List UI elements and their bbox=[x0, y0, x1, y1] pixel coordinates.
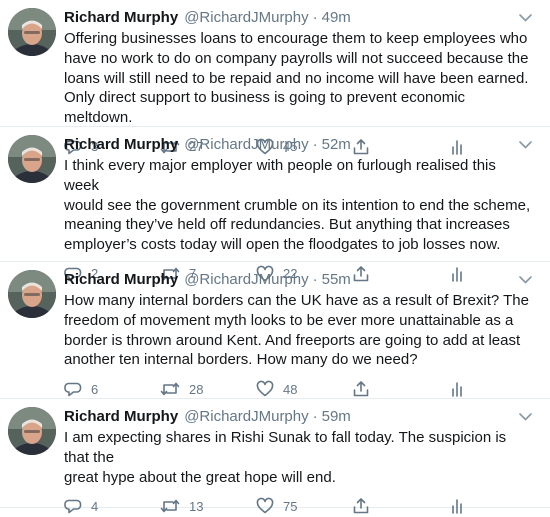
retweet-button[interactable]: 28 bbox=[160, 380, 256, 398]
chevron-down-icon[interactable] bbox=[516, 9, 534, 27]
chevron-down-icon[interactable] bbox=[516, 408, 534, 426]
tweet-text: How many internal borders can the UK hav… bbox=[64, 292, 529, 369]
author-name[interactable]: Richard Murphy bbox=[64, 407, 178, 427]
reply-button[interactable]: 6 bbox=[64, 380, 160, 398]
timestamp[interactable]: 49m bbox=[322, 8, 351, 28]
tweet[interactable]: Richard Murphy @RichardJMurphy · 59m I a… bbox=[0, 399, 550, 515]
like-button[interactable]: 48 bbox=[256, 380, 352, 398]
like-count: 75 bbox=[283, 498, 298, 514]
author-name[interactable]: Richard Murphy bbox=[64, 270, 178, 290]
chevron-down-icon[interactable] bbox=[516, 136, 534, 154]
share-button[interactable] bbox=[352, 380, 448, 398]
timestamp[interactable]: 59m bbox=[322, 407, 351, 427]
timestamp[interactable]: 55m bbox=[322, 270, 351, 290]
retweet-count: 13 bbox=[189, 498, 204, 514]
action-bar: 4 13 75 bbox=[64, 495, 534, 517]
timeline: Richard Murphy @RichardJMurphy · 49m Off… bbox=[0, 0, 550, 515]
share-icon bbox=[352, 497, 370, 515]
author-handle[interactable]: @RichardJMurphy bbox=[184, 270, 308, 290]
retweet-button[interactable]: 13 bbox=[160, 497, 256, 515]
retweet-count: 28 bbox=[189, 381, 204, 397]
separator-dot: · bbox=[312, 271, 318, 288]
avatar[interactable] bbox=[8, 135, 56, 183]
reply-count: 4 bbox=[91, 498, 99, 514]
author-handle[interactable]: @RichardJMurphy bbox=[184, 407, 308, 427]
like-icon bbox=[256, 380, 274, 398]
author-handle[interactable]: @RichardJMurphy bbox=[184, 135, 308, 155]
avatar[interactable] bbox=[8, 407, 56, 455]
retweet-icon bbox=[160, 380, 180, 398]
reply-count: 6 bbox=[91, 381, 99, 397]
analytics-button[interactable] bbox=[448, 497, 466, 515]
reply-button[interactable]: 4 bbox=[64, 497, 160, 515]
reply-icon bbox=[64, 497, 82, 515]
author-handle[interactable]: @RichardJMurphy bbox=[184, 8, 308, 28]
action-bar: 6 28 48 bbox=[64, 378, 534, 400]
tweet[interactable]: Richard Murphy @RichardJMurphy · 49m Off… bbox=[0, 0, 550, 155]
tweet[interactable]: Richard Murphy @RichardJMurphy · 55m How… bbox=[0, 262, 550, 399]
tweet-text: I think every major employer with people… bbox=[64, 157, 531, 254]
tweet-text: Offering businesses loans to encourage t… bbox=[64, 30, 529, 127]
analytics-icon bbox=[448, 380, 466, 398]
chevron-down-icon[interactable] bbox=[516, 271, 534, 289]
author-name[interactable]: Richard Murphy bbox=[64, 8, 178, 28]
tweet[interactable]: Richard Murphy @RichardJMurphy · 52m I t… bbox=[0, 127, 550, 282]
reply-icon bbox=[64, 380, 82, 398]
author-name[interactable]: Richard Murphy bbox=[64, 135, 178, 155]
avatar[interactable] bbox=[8, 270, 56, 318]
analytics-button[interactable] bbox=[448, 380, 466, 398]
tweet-text: I am expecting shares in Rishi Sunak to … bbox=[64, 429, 507, 486]
share-button[interactable] bbox=[352, 497, 448, 515]
timestamp[interactable]: 52m bbox=[322, 135, 351, 155]
like-count: 48 bbox=[283, 381, 298, 397]
analytics-icon bbox=[448, 497, 466, 515]
like-button[interactable]: 75 bbox=[256, 497, 352, 515]
separator-dot: · bbox=[312, 9, 318, 26]
separator-dot: · bbox=[312, 136, 318, 153]
avatar[interactable] bbox=[8, 8, 56, 56]
separator-dot: · bbox=[312, 408, 318, 425]
share-icon bbox=[352, 380, 370, 398]
like-icon bbox=[256, 497, 274, 515]
retweet-icon bbox=[160, 497, 180, 515]
